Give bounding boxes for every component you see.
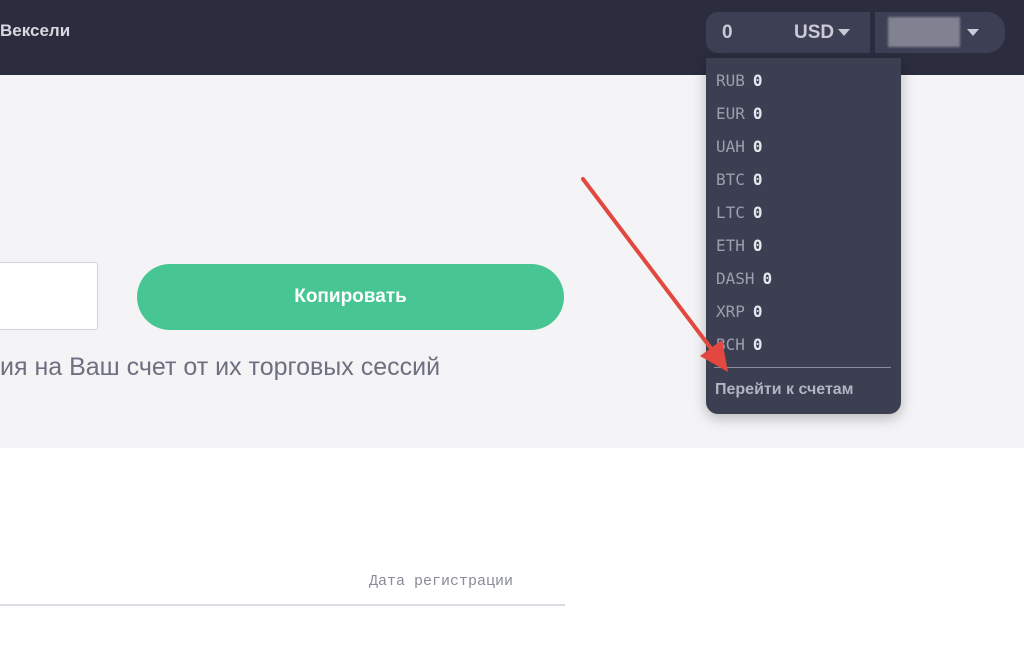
- copy-button[interactable]: Копировать: [137, 264, 564, 330]
- currency-item-uah[interactable]: UAH 0: [716, 135, 763, 159]
- avatar: [888, 17, 960, 47]
- balance-widget[interactable]: 0 USD: [706, 12, 870, 53]
- balance-value: 0: [722, 22, 733, 43]
- chevron-down-icon: [967, 29, 979, 36]
- dropdown-divider: [714, 367, 891, 368]
- nav-item-bills[interactable]: Вексели: [0, 21, 70, 41]
- chevron-down-icon: [838, 29, 851, 37]
- currency-item-eur[interactable]: EUR 0: [716, 102, 763, 126]
- currency-dropdown: RUB 0 EUR 0 UAH 0 BTC 0 LTC 0 ETH 0 DASH 0 XRP 0…: [706, 58, 901, 414]
- currency-select[interactable]: USD: [794, 22, 851, 44]
- column-header-registration-date: Дата регистрации: [369, 573, 514, 590]
- currency-label: USD: [794, 22, 835, 43]
- referral-link-input[interactable]: [0, 262, 98, 330]
- user-menu[interactable]: [875, 12, 1005, 53]
- currency-item-ltc[interactable]: LTC 0: [716, 201, 763, 225]
- referral-description: ия на Ваш счет от их торговых сессий: [0, 353, 441, 381]
- currency-item-rub[interactable]: RUB 0: [716, 69, 763, 93]
- currency-item-eth[interactable]: ETH 0: [716, 234, 763, 258]
- currency-item-xrp[interactable]: XRP 0: [716, 300, 763, 324]
- currency-item-dash[interactable]: DASH 0: [716, 267, 772, 291]
- table-divider: [0, 604, 565, 606]
- go-to-accounts-link[interactable]: Перейти к счетам: [715, 381, 854, 399]
- currency-item-btc[interactable]: BTC 0: [716, 168, 763, 192]
- currency-item-bch[interactable]: BCH 0: [716, 333, 763, 357]
